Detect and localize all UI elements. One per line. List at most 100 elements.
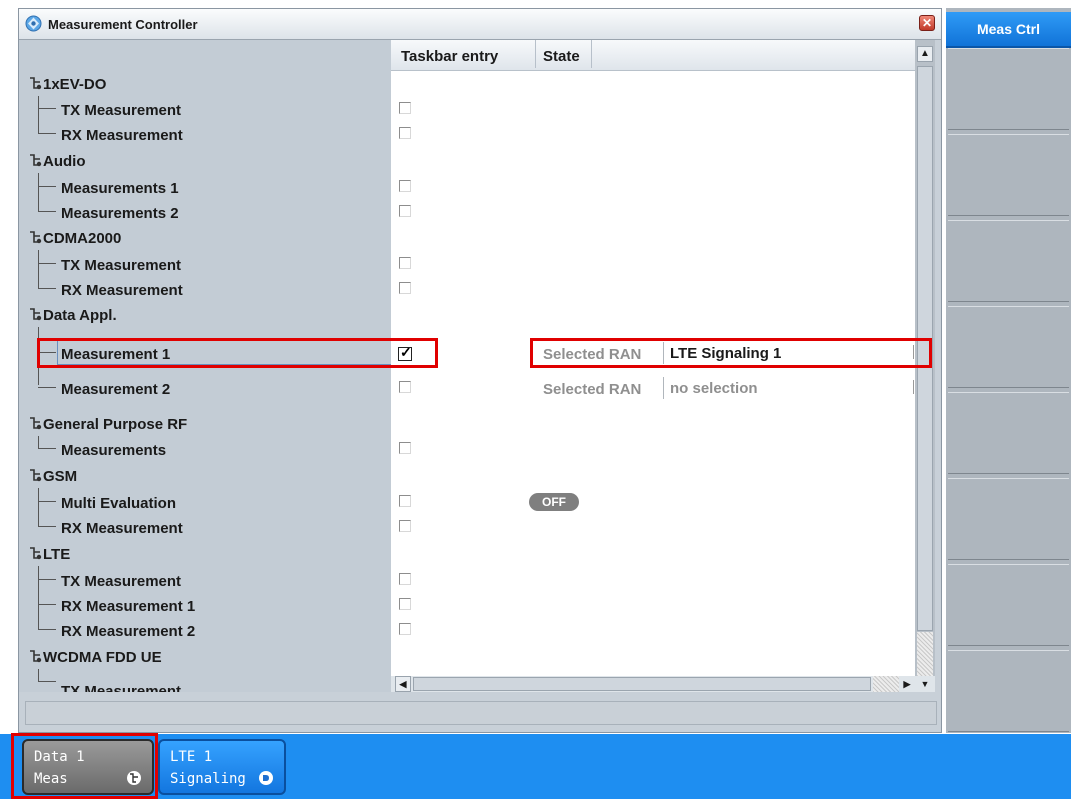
close-button[interactable]: ✕ xyxy=(919,15,935,31)
column-divider xyxy=(535,40,536,68)
tree-header xyxy=(19,40,391,70)
tree-item-tx-measurement[interactable]: TX Measurement xyxy=(19,251,915,276)
task-line2: Meas xyxy=(34,771,68,787)
column-header: Taskbar entry State xyxy=(391,40,915,71)
taskbar-entry-checkbox[interactable] xyxy=(399,205,411,217)
scroll-left-icon[interactable]: ◀ xyxy=(395,676,411,692)
taskbar-entry-checkbox[interactable] xyxy=(399,495,411,507)
taskbar-entry-checkbox[interactable] xyxy=(398,344,412,361)
item-label: TX Measurement xyxy=(61,102,182,119)
taskbar-entry-checkbox[interactable] xyxy=(399,257,411,269)
taskbar-entry-checkbox[interactable] xyxy=(399,442,411,454)
scroll-thumb[interactable] xyxy=(413,677,871,691)
taskbar-entry-checkbox[interactable] xyxy=(399,573,411,585)
item-label: Measurements 2 xyxy=(61,205,179,222)
tree-line xyxy=(38,681,56,682)
tree-line xyxy=(38,448,56,449)
taskbar-entry-checkbox[interactable] xyxy=(399,127,411,139)
taskbar-entry-checkbox[interactable] xyxy=(399,381,411,393)
horizontal-scrollbar[interactable]: ◀ ▶ xyxy=(391,676,915,692)
tree-group-data-appl[interactable]: Data Appl. xyxy=(19,302,915,327)
tree-line xyxy=(38,352,56,353)
scroll-down-icon[interactable]: ▼ xyxy=(915,676,935,692)
task-line2: Signaling xyxy=(170,771,246,787)
vertical-scrollbar[interactable]: ▲ xyxy=(915,40,935,676)
tree-group-cdma2000[interactable]: CDMA2000 xyxy=(19,225,915,250)
softkey-4[interactable] xyxy=(948,306,1069,388)
task-lte-signaling[interactable]: LTE 1 Signaling xyxy=(158,739,286,795)
tree-item-rx-measurement[interactable]: RX Measurement xyxy=(19,276,915,301)
softkey-7[interactable] xyxy=(948,564,1069,646)
taskbar-entry-checkbox[interactable] xyxy=(399,598,411,610)
taskbar-entry-checkbox[interactable] xyxy=(399,102,411,114)
tree-item-rx-measurement-1[interactable]: RX Measurement 1 xyxy=(19,592,915,617)
meas-group-icon xyxy=(30,417,42,430)
item-label: Measurements 1 xyxy=(61,180,179,197)
tree-item-tx-measurement[interactable]: TX Measurement xyxy=(19,96,915,121)
column-taskbar-entry[interactable]: Taskbar entry xyxy=(401,48,498,65)
task-data-meas[interactable]: Data 1 Meas xyxy=(22,739,154,795)
tree-item-rx-measurement-2[interactable]: RX Measurement 2 xyxy=(19,617,915,642)
softkey-2[interactable] xyxy=(948,134,1069,216)
state-off-badge[interactable]: OFF xyxy=(529,493,579,511)
title-bar[interactable]: Measurement Controller ✕ xyxy=(19,9,941,40)
selected-ran-dropdown[interactable]: no selection xyxy=(663,377,916,399)
meas-ctrl-softkey[interactable]: Meas Ctrl xyxy=(946,12,1071,48)
task-line1: Data 1 xyxy=(34,749,85,765)
scroll-track[interactable] xyxy=(917,632,933,676)
tree-item-measurement-1[interactable]: Measurement 1 Selected RAN LTE Signaling… xyxy=(19,338,916,368)
taskbar-entry-checkbox[interactable] xyxy=(399,623,411,635)
taskbar: Data 1 Meas LTE 1 Signaling xyxy=(0,734,1071,799)
item-label: RX Measurement 2 xyxy=(61,623,196,640)
softkey-3[interactable] xyxy=(948,220,1069,302)
item-label: TX Measurement xyxy=(61,683,182,692)
tree-item-rx-measurement[interactable]: RX Measurement xyxy=(19,121,915,146)
meas-group-icon xyxy=(30,469,42,482)
tree-group-general-purpose-rf[interactable]: General Purpose RF xyxy=(19,411,915,436)
softkey-6[interactable] xyxy=(948,478,1069,560)
tree-line xyxy=(38,501,56,502)
item-label: RX Measurement xyxy=(61,127,183,144)
tree-item-measurements-1[interactable]: Measurements 1 xyxy=(19,174,915,199)
scroll-thumb[interactable] xyxy=(917,66,933,631)
tree-item-measurement-2[interactable]: Measurement 2 Selected RAN no selection xyxy=(19,375,916,400)
softkey-8[interactable] xyxy=(948,650,1069,732)
tree-line xyxy=(38,629,56,630)
taskbar-entry-checkbox[interactable] xyxy=(399,180,411,192)
softkey-panel: Meas Ctrl xyxy=(946,8,1071,733)
tree-group-audio[interactable]: Audio xyxy=(19,148,915,173)
selected-ran-label: Selected RAN xyxy=(543,346,642,363)
tree-line xyxy=(38,288,56,289)
tree-line xyxy=(38,186,56,187)
tree-item-rx-measurement[interactable]: RX Measurement xyxy=(19,514,915,539)
tree-line xyxy=(38,579,56,580)
tree-item-tx-measurement[interactable]: TX Measurement xyxy=(19,567,915,592)
app-icon xyxy=(25,15,42,32)
tree-group-wcdma-fdd-ue[interactable]: WCDMA FDD UE xyxy=(19,644,915,669)
meas-group-icon xyxy=(30,231,42,244)
item-label: Multi Evaluation xyxy=(61,495,177,512)
scroll-right-icon[interactable]: ▶ xyxy=(899,676,915,692)
signaling-icon xyxy=(259,771,273,785)
taskbar-entry-checkbox[interactable] xyxy=(399,282,411,294)
taskbar-entry-checkbox[interactable] xyxy=(399,520,411,532)
selected-ran-dropdown[interactable]: LTE Signaling 1 xyxy=(663,342,916,364)
tree-group-1xev-do[interactable]: 1xEV-DO xyxy=(19,71,915,96)
softkey-5[interactable] xyxy=(948,392,1069,474)
column-divider xyxy=(591,40,592,68)
group-label: Data Appl. xyxy=(43,307,117,324)
tree-item-measurements-2[interactable]: Measurements 2 xyxy=(19,199,915,224)
scroll-up-icon[interactable]: ▲ xyxy=(917,46,933,62)
group-label: 1xEV-DO xyxy=(43,76,107,93)
column-state[interactable]: State xyxy=(543,48,580,65)
tree-group-gsm[interactable]: GSM xyxy=(19,463,915,488)
softkey-1[interactable] xyxy=(948,48,1069,130)
tree-item-measurements[interactable]: Measurements xyxy=(19,436,915,461)
tree-item-multi-evaluation[interactable]: Multi Evaluation OFF xyxy=(19,489,915,514)
window-title: Measurement Controller xyxy=(48,17,198,32)
item-label: Measurements xyxy=(61,442,167,459)
tree-group-lte[interactable]: LTE xyxy=(19,541,915,566)
scroll-track[interactable] xyxy=(873,676,899,692)
tree-line xyxy=(38,387,56,388)
selected-ran-label: Selected RAN xyxy=(543,381,642,398)
